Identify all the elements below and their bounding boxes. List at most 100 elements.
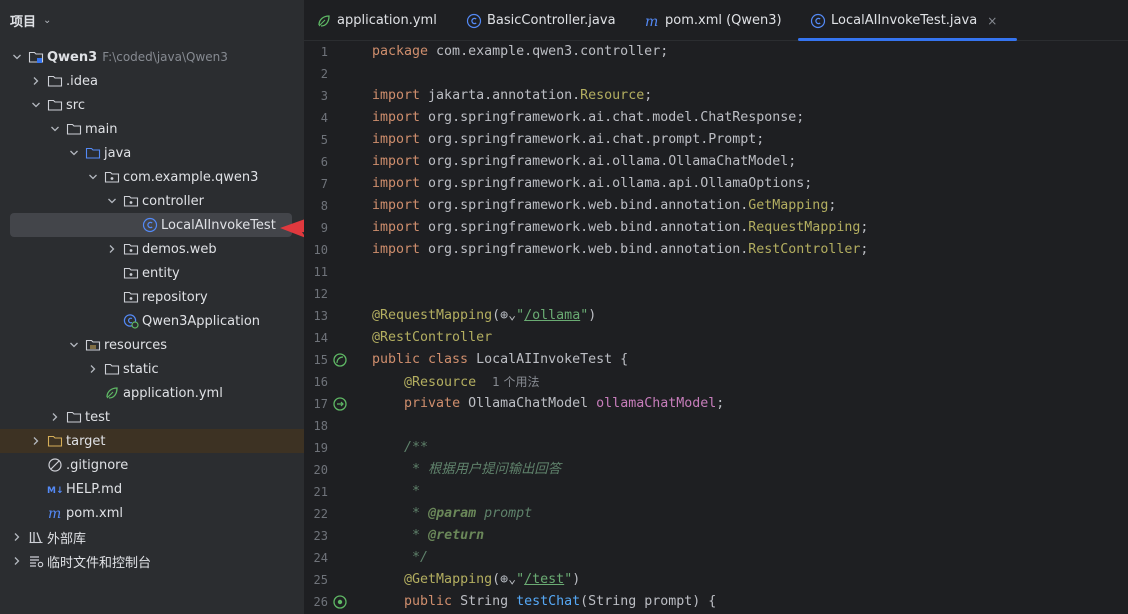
editor-tab[interactable]: m pom.xml (Qwen3) xyxy=(644,0,782,41)
code-token: LocalAIInvokeTest { xyxy=(476,352,629,367)
tree-item-label: src xyxy=(66,97,85,113)
project-panel-header[interactable]: 项目 ⌄ xyxy=(0,0,304,40)
line-number: 13 xyxy=(313,309,328,323)
chevron-right-icon[interactable] xyxy=(47,409,63,425)
code-token: OllamaChatModel xyxy=(468,396,597,411)
chevron-down-icon[interactable] xyxy=(66,145,82,161)
code-line: 20 * 根据用户提问输出回答 xyxy=(304,459,1128,481)
tree-item[interactable]: Qwen3Application xyxy=(0,309,304,333)
tree-item[interactable]: target xyxy=(0,429,304,453)
tree-item[interactable]: resources xyxy=(0,333,304,357)
chevron-down-icon[interactable] xyxy=(28,97,44,113)
resources-folder-icon xyxy=(85,337,101,353)
code-token: ; xyxy=(716,396,725,411)
code-line: 9 import org.springframework.web.bind.ann… xyxy=(304,217,1128,239)
tree-item[interactable]: application.yml xyxy=(0,381,304,405)
tree-item[interactable]: LocalAIInvokeTest xyxy=(10,213,292,237)
tree-item[interactable]: repository xyxy=(0,285,304,309)
tree-item-label: java xyxy=(104,145,132,161)
code-line: 11 xyxy=(304,261,1128,283)
endpoint-icon[interactable] xyxy=(332,594,348,610)
line-number: 1 xyxy=(320,45,328,59)
tree-item[interactable]: test xyxy=(0,405,304,429)
close-tab-icon[interactable]: × xyxy=(987,14,997,28)
code-token: @RestController xyxy=(372,330,493,345)
package-icon xyxy=(123,265,139,281)
chevron-down-icon[interactable] xyxy=(104,193,120,209)
code-text: import org.springframework.ai.ollama.api… xyxy=(372,173,812,195)
code-token: /ollama xyxy=(524,308,581,323)
line-number: 18 xyxy=(313,419,328,433)
code-line: 15 public class LocalAIInvokeTest { xyxy=(304,349,1128,371)
code-token: org.springframework.web.bind.annotation. xyxy=(428,220,749,235)
code-token: import xyxy=(372,176,429,191)
code-token: import xyxy=(372,132,429,147)
chevron-right-icon[interactable] xyxy=(85,361,101,377)
package-icon xyxy=(123,193,139,209)
code-token: /** xyxy=(404,440,429,455)
code-token: /test xyxy=(524,572,565,587)
tree-item[interactable]: src xyxy=(0,93,304,117)
tree-item[interactable]: com.example.qwen3 xyxy=(0,165,304,189)
tree-item[interactable]: .idea xyxy=(0,69,304,93)
editor-tab[interactable]: LocalAIInvokeTest.java × xyxy=(797,0,1018,41)
tree-item[interactable]: demos.web xyxy=(0,237,304,261)
autowired-icon[interactable] xyxy=(332,396,348,412)
tree-item[interactable]: entity xyxy=(0,261,304,285)
chevron-down-icon[interactable] xyxy=(47,121,63,137)
tree-item[interactable]: controller xyxy=(0,189,304,213)
tree-item[interactable]: .gitignore xyxy=(0,453,304,477)
code-text: private OllamaChatModel ollamaChatModel; xyxy=(372,393,724,415)
tree-item[interactable]: 外部库 xyxy=(0,525,304,549)
chevron-right-icon[interactable] xyxy=(28,433,44,449)
globe-icon[interactable]: ⊕ xyxy=(500,572,508,587)
editor-tab[interactable]: BasicController.java xyxy=(466,0,616,41)
tree-item[interactable]: M↓ HELP.md xyxy=(0,477,304,501)
spring-bean-icon[interactable] xyxy=(332,352,348,368)
tree-item-label: test xyxy=(85,409,110,425)
code-line: 19 /** xyxy=(304,437,1128,459)
tree-item[interactable]: 临时文件和控制台 xyxy=(0,549,304,573)
tree-item[interactable]: Qwen3 F:\coded\java\Qwen3 xyxy=(0,45,304,69)
code-token: org.springframework.ai.chat.model.ChatRe… xyxy=(428,110,805,125)
chevron-down-icon[interactable] xyxy=(85,169,101,185)
chevron-right-icon[interactable] xyxy=(104,241,120,257)
code-token: GetMapping xyxy=(748,198,829,213)
tree-item-label: com.example.qwen3 xyxy=(123,169,259,185)
tree-item[interactable]: static xyxy=(0,357,304,381)
code-line: 24 */ xyxy=(304,547,1128,569)
code-token: " xyxy=(516,572,525,587)
chevron-right-icon[interactable] xyxy=(9,553,25,569)
line-number: 9 xyxy=(320,221,328,235)
chevron-right-icon[interactable] xyxy=(28,73,44,89)
tree-item[interactable]: java xyxy=(0,141,304,165)
tree-item-label: .gitignore xyxy=(66,457,129,473)
tree-item[interactable]: m pom.xml xyxy=(0,501,304,525)
code-text: package com.example.qwen3.controller; xyxy=(372,41,668,63)
code-token: RequestMapping xyxy=(748,220,861,235)
code-token: private xyxy=(404,396,469,411)
code-text: * 根据用户提问输出回答 xyxy=(372,459,561,481)
chevron-down-icon[interactable] xyxy=(66,337,82,353)
code-line: 5 import org.springframework.ai.chat.prom… xyxy=(304,129,1128,151)
editor-tab[interactable]: application.yml xyxy=(316,0,437,41)
code-view[interactable]: 1 package com.example.qwen3.controller; 2 3… xyxy=(304,41,1128,614)
code-token: @GetMapping xyxy=(404,572,493,587)
tree-item-label: application.yml xyxy=(123,385,223,401)
folder-icon xyxy=(66,409,82,425)
chevron-down-icon[interactable]: ⌄ xyxy=(43,15,51,26)
globe-icon[interactable]: ⊕ xyxy=(500,308,508,323)
editor-tab-label: BasicController.java xyxy=(487,13,616,28)
line-number: 21 xyxy=(313,485,328,499)
chevron-down-icon[interactable] xyxy=(9,49,25,65)
tree-item[interactable]: main xyxy=(0,117,304,141)
tree-item-label: pom.xml xyxy=(66,505,123,521)
chevron-right-icon[interactable] xyxy=(9,529,25,545)
code-line: 25 @GetMapping(⊕⌄"/test") xyxy=(304,569,1128,591)
package-icon xyxy=(123,241,139,257)
